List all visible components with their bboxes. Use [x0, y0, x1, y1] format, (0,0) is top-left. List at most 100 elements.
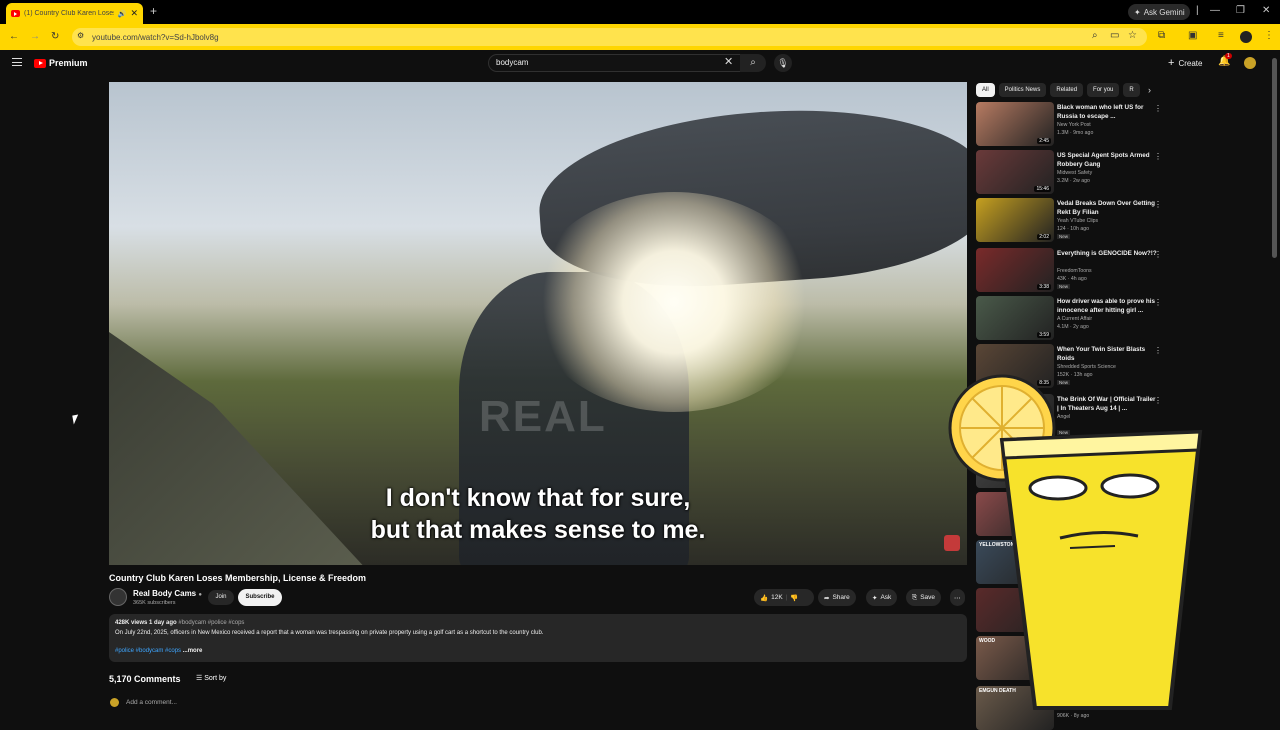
recommendation-title: How driver was able to prove his innocen… [1057, 298, 1155, 314]
video-thumbnail[interactable]: 2:02 [976, 198, 1054, 242]
bookmark-star-icon[interactable]: ☆ [1128, 30, 1137, 41]
site-info-icon[interactable]: ⚙ [77, 31, 84, 40]
filter-chip[interactable]: Related [1050, 83, 1084, 97]
page-scrollbar[interactable] [1272, 58, 1277, 258]
account-avatar[interactable] [1244, 57, 1256, 69]
new-badge: New [1057, 284, 1071, 289]
thumbs-up-icon[interactable]: 👍 [760, 594, 768, 602]
new-badge: New [1057, 234, 1071, 239]
subtitle-line-1: I don't know that for sure, [385, 484, 691, 512]
duration-badge: 2:02 [1037, 234, 1051, 240]
duration-badge: 3:59 [1037, 332, 1051, 338]
address-bar-area: ← → ↻ youtube.com/watch?v=Sd-hJbolv8g ⚙ … [0, 24, 1280, 50]
recommendation-item[interactable]: 2:45 Black woman who left US for Russia t… [976, 102, 1176, 148]
browser-tab-active[interactable]: (1) Country Club Karen Loses Membership,… [6, 3, 143, 24]
reload-icon[interactable]: ↻ [51, 31, 59, 42]
more-dots-icon[interactable]: ⋮ [1154, 250, 1162, 259]
mic-button[interactable]: 🎙 [774, 54, 792, 72]
filter-chip[interactable]: For you [1087, 83, 1120, 97]
description-box[interactable]: 428K views 1 day ago #bodycam #police #c… [109, 614, 967, 662]
hamburger-icon[interactable] [12, 58, 22, 66]
plus-icon: + [1168, 57, 1175, 69]
channel-avatar[interactable] [109, 588, 127, 606]
recommendation-item[interactable]: 3:59 How driver was able to prove his inn… [976, 296, 1176, 342]
search-button[interactable]: ⌕ [740, 54, 766, 72]
thumbs-down-icon[interactable]: 👎 [790, 594, 798, 602]
close-tab-icon[interactable]: ✕ [130, 8, 138, 19]
recommendation-item[interactable]: 3:38 Everything is GENOCIDE Now?!? Freedom… [976, 248, 1176, 294]
sort-by-button[interactable]: ☰ Sort by [196, 674, 226, 682]
browser-menu-icon[interactable]: ⋮ [1264, 30, 1274, 41]
ask-gemini-button[interactable]: ✦ Ask Gemini [1128, 4, 1190, 20]
gemini-sparkle-icon: ✦ [1134, 7, 1141, 17]
share-button[interactable]: ➦ Share [818, 589, 856, 606]
recommendation-meta: 43K · 4h ago [1057, 276, 1087, 282]
chevron-right-icon[interactable]: › [1148, 85, 1151, 95]
mascot-eye-left [1028, 475, 1088, 501]
profile-icon[interactable] [1240, 31, 1252, 43]
channel-name[interactable]: Real Body Cams ● [133, 589, 202, 598]
share-label: Share [832, 594, 850, 601]
share-icon: ➦ [824, 594, 830, 602]
youtube-header: Premium bodycam ✕ ⌕ 🎙 + Create 🔔 1 [0, 50, 1280, 78]
more-dots-icon[interactable]: ⋮ [1154, 104, 1162, 113]
filter-chip[interactable]: All [976, 83, 995, 97]
recommendation-item[interactable]: 15:46 US Special Agent Spots Armed Robber… [976, 150, 1176, 196]
like-count[interactable]: 12K [771, 594, 783, 601]
recommendation-title: Vedal Breaks Down Over Getting Rekt By F… [1057, 200, 1155, 216]
more-dots-icon[interactable]: ⋮ [1154, 346, 1162, 355]
cast-icon[interactable]: ▭ [1110, 30, 1119, 41]
extensions-icon[interactable]: ⧉ [1158, 30, 1165, 41]
filter-chip[interactable]: R [1123, 83, 1140, 97]
description-header-tags[interactable]: #bodycam #police #cops [178, 620, 244, 626]
tab-search-icon[interactable]: ▣ [1188, 30, 1197, 41]
show-more-link[interactable]: ...more [183, 648, 203, 654]
forward-arrow-icon[interactable]: → [30, 31, 40, 42]
more-dots-icon[interactable]: ⋮ [1154, 200, 1162, 209]
video-thumbnail[interactable]: 3:59 [976, 296, 1054, 340]
tab-title: (1) Country Club Karen Loses Membership,… [24, 10, 114, 17]
new-tab-icon[interactable]: + [150, 4, 157, 18]
description-hashtags[interactable]: #police #bodycam #cops [115, 648, 181, 654]
sort-by-label: Sort by [204, 675, 227, 682]
minimize-icon[interactable]: — [1210, 5, 1220, 16]
url-field[interactable]: youtube.com/watch?v=Sd-hJbolv8g [72, 28, 1147, 46]
more-dots-icon[interactable]: ⋮ [1154, 298, 1162, 307]
join-button[interactable]: Join [208, 590, 234, 605]
zoom-icon[interactable]: ⌕ [1092, 30, 1098, 41]
back-arrow-icon[interactable]: ← [9, 31, 19, 42]
clear-search-icon[interactable]: ✕ [724, 55, 733, 68]
recommendation-meta: 4.1M · 2y ago [1057, 324, 1089, 330]
filter-chip[interactable]: Politics News [998, 83, 1047, 97]
like-divider: | [785, 594, 788, 601]
recommendation-channel: New York Post [1057, 122, 1091, 128]
video-player[interactable]: REAL I don't know that for sure, but tha… [109, 82, 967, 565]
subtitle-line-2: but that makes sense to me. [370, 516, 706, 544]
media-controls-icon[interactable]: ≡ [1218, 30, 1224, 41]
recommendation-channel: Midwest Safety [1057, 170, 1093, 176]
divider: | [1196, 5, 1199, 16]
search-input[interactable]: bodycam [488, 54, 742, 72]
create-button[interactable]: + Create [1168, 57, 1202, 69]
recommendation-title: Black woman who left US for Russia to es… [1057, 104, 1144, 120]
ask-button[interactable]: ✦ Ask [866, 589, 898, 606]
video-watermark: REAL [479, 392, 607, 441]
subscribe-button[interactable]: Subscribe [238, 589, 282, 606]
video-thumbnail[interactable]: 3:38 [976, 248, 1054, 292]
restore-icon[interactable]: ❐ [1236, 5, 1245, 16]
video-thumbnail[interactable]: 15:46 [976, 150, 1054, 194]
lemonade-mascot-overlay [948, 374, 1203, 710]
save-button[interactable]: ⎘ Save [906, 589, 942, 606]
duration-badge: 15:46 [1034, 186, 1051, 192]
browser-tab-bar: (1) Country Club Karen Loses Membership,… [0, 0, 1280, 24]
recommendation-channel: FreedomToons [1057, 268, 1092, 274]
duration-badge: 2:45 [1037, 138, 1051, 144]
more-dots-icon[interactable]: ⋮ [1154, 152, 1162, 161]
close-window-icon[interactable]: ✕ [1262, 5, 1270, 16]
view-count: 428K views [115, 620, 148, 626]
sparkle-icon: ✦ [872, 594, 878, 602]
add-comment-input[interactable]: Add a comment... [126, 699, 177, 706]
recommendation-item[interactable]: 2:02 Vedal Breaks Down Over Getting Rekt … [976, 198, 1176, 244]
youtube-logo[interactable]: Premium [34, 58, 88, 68]
video-thumbnail[interactable]: 2:45 [976, 102, 1054, 146]
